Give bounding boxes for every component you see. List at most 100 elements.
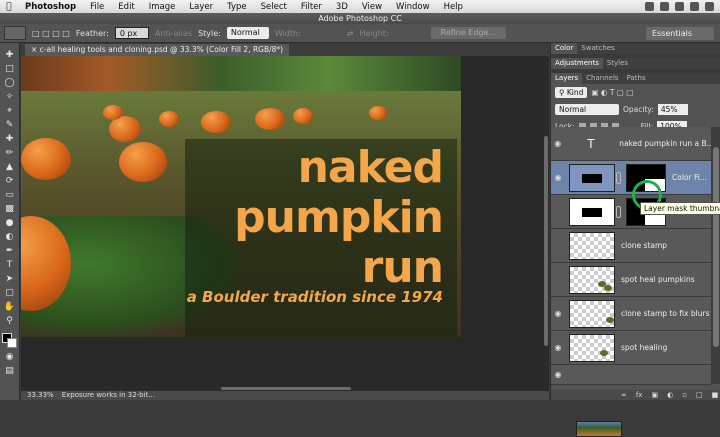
fill-layer-thumbnail[interactable] xyxy=(569,163,615,192)
vertical-scroll-thumb[interactable] xyxy=(544,136,548,346)
layer-thumbnail[interactable] xyxy=(569,333,615,362)
kind-filter-select[interactable]: ⚲ Kind xyxy=(555,87,588,98)
menu-3d[interactable]: 3D xyxy=(329,2,355,12)
screen-mode-icon[interactable]: ▤ xyxy=(3,365,17,377)
document-tab[interactable]: × c-all healing tools and cloning.psd @ … xyxy=(25,44,290,56)
menu-help[interactable]: Help xyxy=(437,2,470,12)
feather-input[interactable]: 0 px xyxy=(114,27,149,39)
layer-row[interactable]: ◉ spot healing xyxy=(551,331,711,365)
pen-tool-icon[interactable]: ✒ xyxy=(3,245,17,257)
blend-mode-select[interactable]: Normal xyxy=(555,104,619,115)
menu-image[interactable]: Image xyxy=(142,2,183,12)
link-layers-icon[interactable]: ∞ xyxy=(621,391,627,399)
lasso-tool-icon[interactable]: ◯ xyxy=(3,77,17,89)
eyedropper-tool-icon[interactable]: ✎ xyxy=(3,119,17,131)
menu-type[interactable]: Type xyxy=(220,2,254,12)
layer-thumbnail[interactable] xyxy=(569,231,615,260)
menu-filter[interactable]: Filter xyxy=(294,2,329,12)
menu-layer[interactable]: Layer xyxy=(182,2,220,12)
crop-tool-icon[interactable]: ⌖ xyxy=(3,105,17,117)
dodge-tool-icon[interactable]: ◐ xyxy=(3,231,17,243)
menu-select[interactable]: Select xyxy=(254,2,294,12)
menu-edit[interactable]: Edit xyxy=(111,2,141,12)
tab-color[interactable]: Color xyxy=(551,43,578,54)
shape-tool-icon[interactable]: ▢ xyxy=(3,287,17,299)
gradient-tool-icon[interactable]: ▩ xyxy=(3,203,17,215)
tool-preset-picker[interactable] xyxy=(4,26,26,40)
anti-alias-checkbox[interactable]: Anti-alias xyxy=(155,29,192,38)
refine-edge-button[interactable]: Refine Edge... xyxy=(430,27,507,39)
add-mask-icon[interactable]: ▣ xyxy=(651,391,658,399)
history-brush-tool-icon[interactable]: ⟳ xyxy=(3,175,17,187)
close-tab-icon[interactable]: × xyxy=(31,45,40,54)
spotlight-search-icon[interactable] xyxy=(705,2,714,11)
new-layer-icon[interactable]: □ xyxy=(696,391,703,399)
filter-icons[interactable]: ▣ ◐ T ▢ □ xyxy=(591,88,633,97)
menu-file[interactable]: File xyxy=(83,2,111,12)
document-canvas[interactable]: naked pumpkin run a Boulder tradition si… xyxy=(21,56,461,337)
layers-scrollbar[interactable] xyxy=(711,127,720,384)
menu-photoshop[interactable]: Photoshop xyxy=(18,2,83,12)
tab-adjustments[interactable]: Adjustments xyxy=(551,58,603,69)
zoom-tool-icon[interactable]: ⚲ xyxy=(3,315,17,327)
mask-link-icon[interactable] xyxy=(616,205,621,218)
mask-link-icon[interactable] xyxy=(616,171,621,184)
hand-tool-icon[interactable]: ✋ xyxy=(3,301,17,313)
layer-row[interactable]: ◉ T naked pumpkin run a B... xyxy=(551,127,711,161)
move-tool-icon[interactable]: ✚ xyxy=(3,49,17,61)
eraser-tool-icon[interactable]: ▭ xyxy=(3,189,17,201)
selection-mode-icons[interactable]: □ □ □ □ xyxy=(32,29,70,38)
opacity-input[interactable]: 45% xyxy=(657,104,688,115)
visibility-eye-icon[interactable]: ◉ xyxy=(551,370,565,379)
layer-row[interactable]: clone stamp xyxy=(551,229,711,263)
sync-icon[interactable] xyxy=(645,2,654,11)
adjustment-layer-icon[interactable]: ◐ xyxy=(667,391,673,399)
menu-view[interactable]: View xyxy=(355,2,389,12)
visibility-eye-icon[interactable]: ◉ xyxy=(551,139,565,148)
status-message[interactable]: Exposure works in 32-bit... xyxy=(62,391,155,400)
visibility-eye-icon[interactable]: ◉ xyxy=(551,173,565,182)
battery-icon[interactable] xyxy=(690,2,699,11)
brush-tool-icon[interactable]: ✏ xyxy=(3,147,17,159)
apple-menu-icon[interactable]:  xyxy=(0,2,18,12)
quick-mask-icon[interactable]: ◉ xyxy=(3,351,17,363)
color-swatches[interactable] xyxy=(1,333,18,349)
tab-styles[interactable]: Styles xyxy=(603,58,632,69)
zoom-level[interactable]: 33.33% xyxy=(27,391,54,400)
layer-row[interactable]: ◉ xyxy=(551,365,711,437)
tab-paths[interactable]: Paths xyxy=(623,73,650,84)
background-color[interactable] xyxy=(6,338,17,348)
layer-style-icon[interactable]: fx xyxy=(636,391,643,399)
visibility-eye-icon[interactable]: ◉ xyxy=(551,343,565,352)
fill-layer-thumbnail[interactable] xyxy=(569,197,615,226)
wifi-icon[interactable] xyxy=(660,2,669,11)
workspace-select[interactable]: Essentials xyxy=(645,27,714,40)
layer-row[interactable]: ◉ Color Fi... xyxy=(551,161,711,195)
new-group-icon[interactable]: ▫ xyxy=(682,391,687,399)
quick-select-tool-icon[interactable]: ✧ xyxy=(3,91,17,103)
text-layer-thumbnail[interactable]: T xyxy=(569,130,614,158)
tab-layers[interactable]: Layers xyxy=(551,73,583,84)
volume-icon[interactable] xyxy=(675,2,684,11)
layer-row[interactable]: spot heal pumpkins xyxy=(551,263,711,297)
menu-window[interactable]: Window xyxy=(389,2,437,12)
healing-brush-tool-icon[interactable]: ✚ xyxy=(3,133,17,145)
background-layer-thumbnail[interactable] xyxy=(576,421,622,437)
path-selection-tool-icon[interactable]: ➤ xyxy=(3,273,17,285)
blur-tool-icon[interactable]: ● xyxy=(3,217,17,229)
clone-stamp-tool-icon[interactable]: ▲ xyxy=(3,161,17,173)
type-tool-icon[interactable]: T xyxy=(3,259,17,271)
vertical-scrollbar[interactable] xyxy=(543,56,549,386)
layers-scroll-thumb[interactable] xyxy=(713,147,719,347)
layer-row[interactable]: ◉ clone stamp to fix blurs xyxy=(551,297,711,331)
tab-channels[interactable]: Channels xyxy=(582,73,622,84)
visibility-eye-icon[interactable]: ◉ xyxy=(551,309,565,318)
style-select[interactable]: Normal xyxy=(226,27,269,39)
swap-icon[interactable]: ⇄ xyxy=(347,29,354,38)
layer-thumbnail[interactable] xyxy=(569,265,615,294)
tab-swatches[interactable]: Swatches xyxy=(577,43,618,54)
marquee-tool-icon[interactable]: □ xyxy=(3,63,17,75)
horizontal-scroll-thumb[interactable] xyxy=(221,387,351,390)
layer-thumbnail[interactable] xyxy=(569,299,615,328)
delete-layer-icon[interactable]: ■ xyxy=(712,391,719,399)
